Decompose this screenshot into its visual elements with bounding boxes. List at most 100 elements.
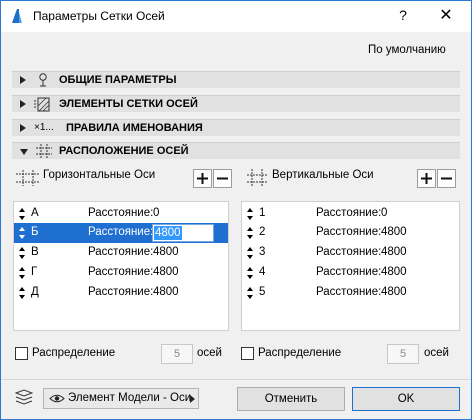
horizontal-axes-list[interactable]: А Расстояние: 0 Б Расстояние: 4800 В Рас… xyxy=(13,201,229,331)
horizontal-axes-icon xyxy=(16,170,40,186)
horizontal-distribution-label: Распределение xyxy=(32,347,116,359)
axis-name: 1 xyxy=(259,207,266,219)
close-button[interactable]: ✕ xyxy=(431,5,461,29)
list-item[interactable]: Д Расстояние: 4800 xyxy=(14,283,228,303)
distance-label: Расстояние: xyxy=(316,286,382,298)
list-item[interactable]: В Расстояние: 4800 xyxy=(14,243,228,263)
reorder-handle-icon[interactable] xyxy=(246,286,254,300)
vertical-axes-list[interactable]: 1 Расстояние: 0 2 Расстояние: 4800 3 Рас… xyxy=(241,201,460,331)
distance-label: Расстояние: xyxy=(88,286,154,298)
distance-label: Расстояние: xyxy=(316,246,382,258)
reorder-handle-icon[interactable] xyxy=(246,207,254,221)
distance-value[interactable]: 4800 xyxy=(153,266,179,278)
distance-label: Расстояние: xyxy=(88,246,154,258)
naming-icon: ×1... xyxy=(34,122,54,133)
horizontal-distribution-count[interactable]: 5 xyxy=(161,344,193,364)
section-naming-rules[interactable]: ×1... ПРАВИЛА ИМЕНОВАНИЯ xyxy=(12,119,460,136)
remove-vertical-axis-button[interactable] xyxy=(437,169,456,188)
distance-label: Расстояние: xyxy=(88,226,154,238)
add-vertical-axis-button[interactable] xyxy=(417,169,436,188)
window-title: Параметры Сетки Осей xyxy=(33,9,165,23)
axis-name: А xyxy=(31,207,39,219)
expand-arrow-icon xyxy=(20,124,26,132)
distance-value[interactable]: 0 xyxy=(381,207,387,219)
add-horizontal-axis-button[interactable] xyxy=(193,169,212,188)
distance-label: Расстояние: xyxy=(316,226,382,238)
list-item[interactable]: 3 Расстояние: 4800 xyxy=(242,243,456,263)
help-button[interactable]: ? xyxy=(393,7,413,27)
defaults-button[interactable]: По умолчанию xyxy=(368,44,446,56)
reorder-handle-icon[interactable] xyxy=(18,286,26,300)
title-bar[interactable]: Параметры Сетки Осей ? ✕ xyxy=(1,1,471,32)
distance-value[interactable]: 4800 xyxy=(381,226,407,238)
distance-value[interactable]: 4800 xyxy=(153,246,179,258)
section-general-params[interactable]: ОБЩИЕ ПАРАМЕТРЫ xyxy=(12,71,460,88)
footer-divider xyxy=(1,379,471,380)
eye-icon xyxy=(49,394,65,403)
reorder-handle-icon[interactable] xyxy=(18,226,26,240)
archicad-app-icon xyxy=(12,9,22,23)
grid-element-icon xyxy=(34,97,50,112)
list-item[interactable]: Г Расстояние: 4800 xyxy=(14,263,228,283)
list-item[interactable]: А Расстояние: 0 xyxy=(14,204,228,224)
vertical-distribution-count[interactable]: 5 xyxy=(387,344,419,364)
reorder-handle-icon[interactable] xyxy=(18,207,26,221)
distance-label: Расстояние: xyxy=(88,266,154,278)
cancel-button[interactable]: Отменить xyxy=(237,387,345,411)
distance-value[interactable]: 4800 xyxy=(381,246,407,258)
remove-horizontal-axis-button[interactable] xyxy=(213,169,232,188)
layer-name: Элемент Модели - Оси xyxy=(68,392,192,404)
section-label: ЭЛЕМЕНТЫ СЕТКИ ОСЕЙ xyxy=(59,98,198,110)
pin-icon xyxy=(39,73,47,87)
distance-label: Расстояние: xyxy=(316,266,382,278)
list-item-selected[interactable]: Б Расстояние: 4800 xyxy=(14,223,228,243)
axis-name: Д xyxy=(31,286,39,298)
section-label: РАСПОЛОЖЕНИЕ ОСЕЙ xyxy=(59,145,189,157)
collapse-arrow-icon xyxy=(20,149,28,155)
reorder-handle-icon[interactable] xyxy=(246,226,254,240)
distance-label: Расстояние: xyxy=(316,207,382,219)
plus-icon xyxy=(197,173,208,184)
axis-name: Г xyxy=(31,266,38,278)
axis-name: В xyxy=(31,246,39,258)
horizontal-axes-title: Горизонтальные Оси xyxy=(43,169,156,181)
vertical-distribution-checkbox[interactable] xyxy=(241,347,254,360)
axis-name: 2 xyxy=(259,226,266,238)
axis-name: 5 xyxy=(259,286,266,298)
distance-value[interactable]: 4800 xyxy=(153,286,179,298)
ok-button[interactable]: OK xyxy=(352,387,460,411)
reorder-handle-icon[interactable] xyxy=(246,266,254,280)
distance-value[interactable]: 4800 xyxy=(381,266,407,278)
list-item[interactable]: 1 Расстояние: 0 xyxy=(242,204,456,224)
distance-label: Расстояние: xyxy=(88,207,154,219)
distance-value[interactable]: 0 xyxy=(153,207,159,219)
axis-name: 4 xyxy=(259,266,266,278)
chevron-right-icon xyxy=(190,395,195,403)
list-item[interactable]: 4 Расстояние: 4800 xyxy=(242,263,456,283)
reorder-handle-icon[interactable] xyxy=(246,246,254,260)
expand-arrow-icon xyxy=(20,76,26,84)
distance-value[interactable]: 4800 xyxy=(381,286,407,298)
section-label: ПРАВИЛА ИМЕНОВАНИЯ xyxy=(66,122,203,134)
section-grid-elements[interactable]: ЭЛЕМЕНТЫ СЕТКИ ОСЕЙ xyxy=(12,95,460,112)
layers-icon xyxy=(15,389,33,405)
distance-input[interactable]: 4800 xyxy=(152,224,214,242)
grid-placement-icon xyxy=(36,144,52,159)
vertical-axes-title: Вертикальные Оси xyxy=(272,169,374,181)
minus-icon xyxy=(441,177,452,180)
vertical-distribution-label: Распределение xyxy=(258,347,342,359)
section-label: ОБЩИЕ ПАРАМЕТРЫ xyxy=(59,74,177,86)
reorder-handle-icon[interactable] xyxy=(18,246,26,260)
horizontal-distribution-unit: осей xyxy=(197,347,222,359)
reorder-handle-icon[interactable] xyxy=(18,266,26,280)
section-grid-placement[interactable]: РАСПОЛОЖЕНИЕ ОСЕЙ xyxy=(12,142,460,159)
list-item[interactable]: 5 Расстояние: 4800 xyxy=(242,283,456,303)
horizontal-distribution-checkbox[interactable] xyxy=(15,347,28,360)
list-item[interactable]: 2 Расстояние: 4800 xyxy=(242,223,456,243)
axis-name: 3 xyxy=(259,246,266,258)
expand-arrow-icon xyxy=(20,100,26,108)
minus-icon xyxy=(217,177,228,180)
layer-selector[interactable]: Элемент Модели - Оси xyxy=(43,388,199,409)
distance-input-value: 4800 xyxy=(154,226,182,240)
dialog-window: Параметры Сетки Осей ? ✕ По умолчанию ОБ… xyxy=(0,0,472,420)
